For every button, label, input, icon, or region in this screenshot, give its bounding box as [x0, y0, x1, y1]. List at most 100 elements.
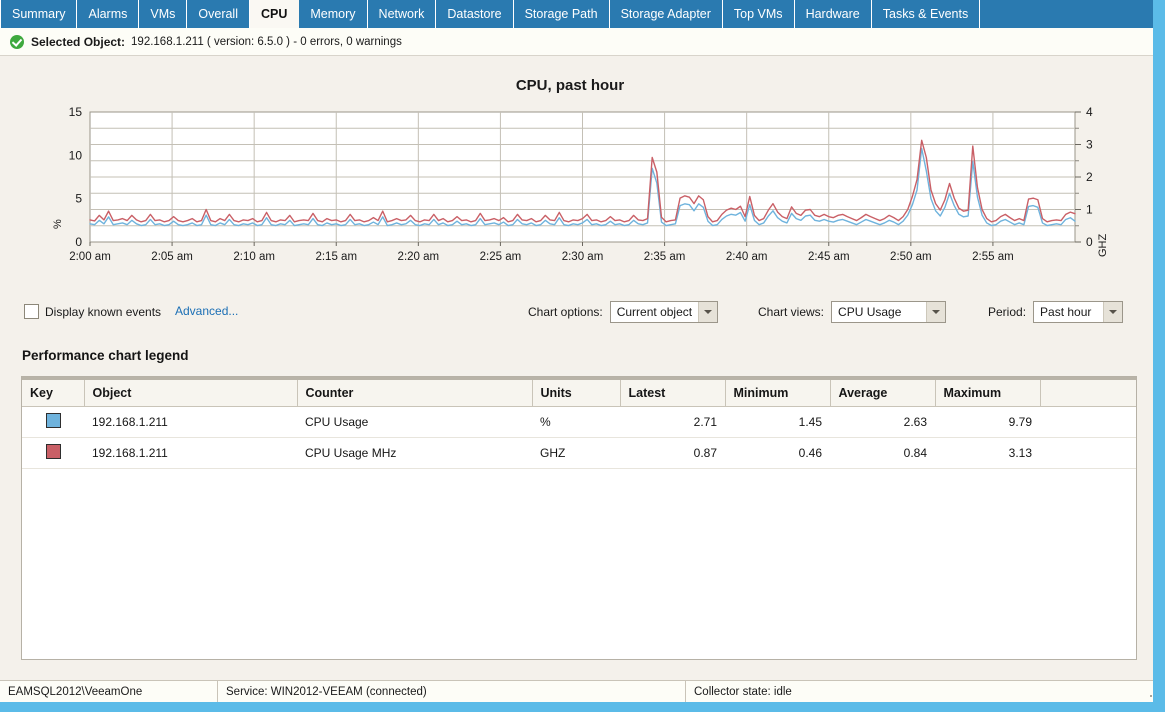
selected-object-bar: Selected Object: 192.168.1.211 ( version… — [0, 28, 1153, 56]
window-frame-right — [1153, 0, 1165, 712]
legend-key-cell — [22, 437, 84, 469]
chart-xtick-label: 2:20 am — [398, 251, 440, 263]
chart-options-label: Chart options: — [528, 305, 603, 319]
legend-object-cell: 192.168.1.211 — [84, 437, 297, 469]
legend-minimum-cell: 0.46 — [725, 437, 830, 469]
tab-alarms[interactable]: Alarms — [77, 0, 140, 28]
chart-y2tick-label: 0 — [1086, 235, 1093, 249]
display-known-events-checkbox[interactable]: Display known events — [24, 304, 161, 319]
chart-xtick-label: 2:50 am — [890, 251, 932, 263]
tab-hardware[interactable]: Hardware — [794, 0, 872, 28]
legend-header-row: Key Object Counter Units Latest Minimum Averag… — [22, 380, 1136, 407]
legend-latest-cell: 0.87 — [620, 437, 725, 469]
chart-y2tick-label: 1 — [1086, 203, 1093, 217]
chart-options-select[interactable]: Current object — [609, 301, 718, 323]
chart-y2-axis-label: GHZ — [1097, 233, 1109, 257]
cpu-tab-content: CPU, past hour 0 5 10 15 0 1 2 3 4 2:00 am 2:05 am… — [0, 57, 1153, 682]
legend-col-header[interactable]: Minimum — [725, 380, 831, 407]
advanced-link[interactable]: Advanced... — [175, 304, 238, 318]
chevron-down-icon[interactable] — [1103, 302, 1123, 322]
tab-overall[interactable]: Overall — [187, 0, 250, 28]
chart-xtick-label: 2:45 am — [808, 251, 850, 263]
performance-chart: 0 5 10 15 0 1 2 3 4 2:00 am 2:05 am 2:10 am 2:15 am 2… — [0, 102, 1145, 267]
legend-body: 192.168.1.211 CPU Usage% 2.71 1.45 2.63 9.79 1… — [22, 406, 1136, 469]
checkbox-box-icon[interactable] — [24, 304, 39, 319]
chart-y2tick-label: 4 — [1086, 105, 1093, 119]
chart-options-value: Current object — [610, 302, 699, 322]
status-collector-state: Collector state: idle — [694, 685, 792, 698]
tab-storage-path[interactable]: Storage Path — [513, 0, 610, 28]
window-frame-bottom — [0, 702, 1165, 712]
chart-xtick-label: 2:40 am — [726, 251, 768, 263]
legend-key-cell — [22, 406, 84, 438]
chevron-down-icon[interactable] — [698, 302, 717, 322]
selected-object-value: 192.168.1.211 ( version: 6.5.0 ) - 0 err… — [131, 35, 402, 48]
chart-y-axis-label: % — [52, 219, 64, 229]
performance-chart-legend-panel: Key Object Counter Units Latest Minimum Averag… — [21, 376, 1137, 660]
tab-tasks-events[interactable]: Tasks & Events — [871, 0, 981, 28]
legend-col-header[interactable]: Counter — [297, 380, 533, 407]
chart-ytick-label: 5 — [75, 192, 82, 206]
legend-maximum-cell: 3.13 — [935, 437, 1040, 469]
series-color-swatch — [46, 444, 61, 459]
tab-bar-filler — [980, 0, 1153, 28]
chart-y2tick-label: 2 — [1086, 170, 1093, 184]
legend-col-header[interactable]: Object — [84, 380, 298, 407]
legend-spacer-cell — [1040, 437, 1136, 469]
legend-maximum-cell: 9.79 — [935, 406, 1040, 438]
legend-table: Key Object Counter Units Latest Minimum Averag… — [22, 380, 1136, 469]
legend-col-header[interactable]: Average — [830, 380, 936, 407]
legend-units-cell: GHZ — [532, 437, 620, 469]
green-check-icon — [10, 34, 24, 49]
period-select[interactable]: Past hour — [1033, 301, 1124, 323]
status-service: Service: WIN2012-VEEAM (connected) — [218, 680, 686, 703]
legend-average-cell: 2.63 — [830, 406, 935, 438]
display-known-events-label: Display known events — [45, 304, 162, 319]
legend-latest-cell: 2.71 — [620, 406, 725, 438]
chart-options-group: Chart options: Current object — [528, 301, 718, 323]
tab-top-vms[interactable]: Top VMs — [722, 0, 795, 28]
legend-col-header[interactable] — [1040, 380, 1136, 407]
legend-counter-cell: CPU Usage MHz — [297, 437, 532, 469]
chart-xtick-label: 2:55 am — [972, 251, 1014, 263]
chart-views-value: CPU Usage — [832, 302, 927, 322]
legend-object-cell: 192.168.1.211 — [84, 406, 297, 438]
chart-xtick-label: 2:30 am — [562, 251, 604, 263]
chart-y2tick-label: 3 — [1086, 138, 1093, 152]
table-row[interactable]: 192.168.1.211 CPU Usage% 2.71 1.45 2.63 9.79 — [22, 406, 1136, 438]
legend-col-header[interactable]: Key — [22, 380, 85, 407]
tab-summary[interactable]: Summary — [0, 0, 78, 28]
tab-memory[interactable]: Memory — [299, 0, 368, 28]
legend-col-header[interactable]: Units — [532, 380, 621, 407]
chart-xtick-label: 2:35 am — [644, 251, 686, 263]
legend-counter-cell: CPU Usage — [297, 406, 532, 438]
legend-col-header[interactable]: Maximum — [935, 380, 1041, 407]
performance-chart-svg: 0 5 10 15 0 1 2 3 4 2:00 am 2:05 am 2:10 am 2:15 am 2… — [69, 105, 1093, 263]
legend-col-header[interactable]: Latest — [620, 380, 726, 407]
status-database: EAMSQL2012\VeeamOne — [0, 680, 218, 703]
chart-options-row: Display known events Advanced... Chart o… — [0, 300, 1145, 330]
tab-vms[interactable]: VMs — [139, 0, 188, 28]
tab-cpu[interactable]: CPU — [249, 0, 300, 28]
tab-storage-adapter[interactable]: Storage Adapter — [609, 0, 723, 28]
chart-xtick-label: 2:05 am — [151, 251, 193, 263]
chevron-down-icon[interactable] — [926, 302, 946, 322]
tab-network[interactable]: Network — [367, 0, 437, 28]
legend-minimum-cell: 1.45 — [725, 406, 830, 438]
status-bar: EAMSQL2012\VeeamOne Service: WIN2012-VEE… — [0, 680, 1153, 703]
tab-datastore[interactable]: Datastore — [436, 0, 514, 28]
veeam-one-monitor-window: Summary Alarms VMs Overall CPU Memory Network D… — [0, 0, 1165, 712]
chart-ytick-label: 15 — [69, 105, 83, 119]
main-tab-bar: Summary Alarms VMs Overall CPU Memory Network D… — [0, 0, 1153, 28]
chart-xtick-label: 2:00 am — [69, 251, 111, 263]
chart-ytick-label: 10 — [69, 148, 83, 162]
legend-units-cell: % — [532, 406, 620, 438]
table-row[interactable]: 192.168.1.211 CPU Usage MHz GHZ 0.87 0.46 0.8… — [22, 437, 1136, 469]
legend-average-cell: 0.84 — [830, 437, 935, 469]
chart-xtick-label: 2:10 am — [233, 251, 275, 263]
period-value: Past hour — [1034, 302, 1104, 322]
chart-views-label: Chart views: — [758, 305, 825, 319]
chart-views-select[interactable]: CPU Usage — [831, 301, 947, 323]
period-label: Period: — [988, 305, 1027, 319]
series-color-swatch — [46, 413, 61, 428]
